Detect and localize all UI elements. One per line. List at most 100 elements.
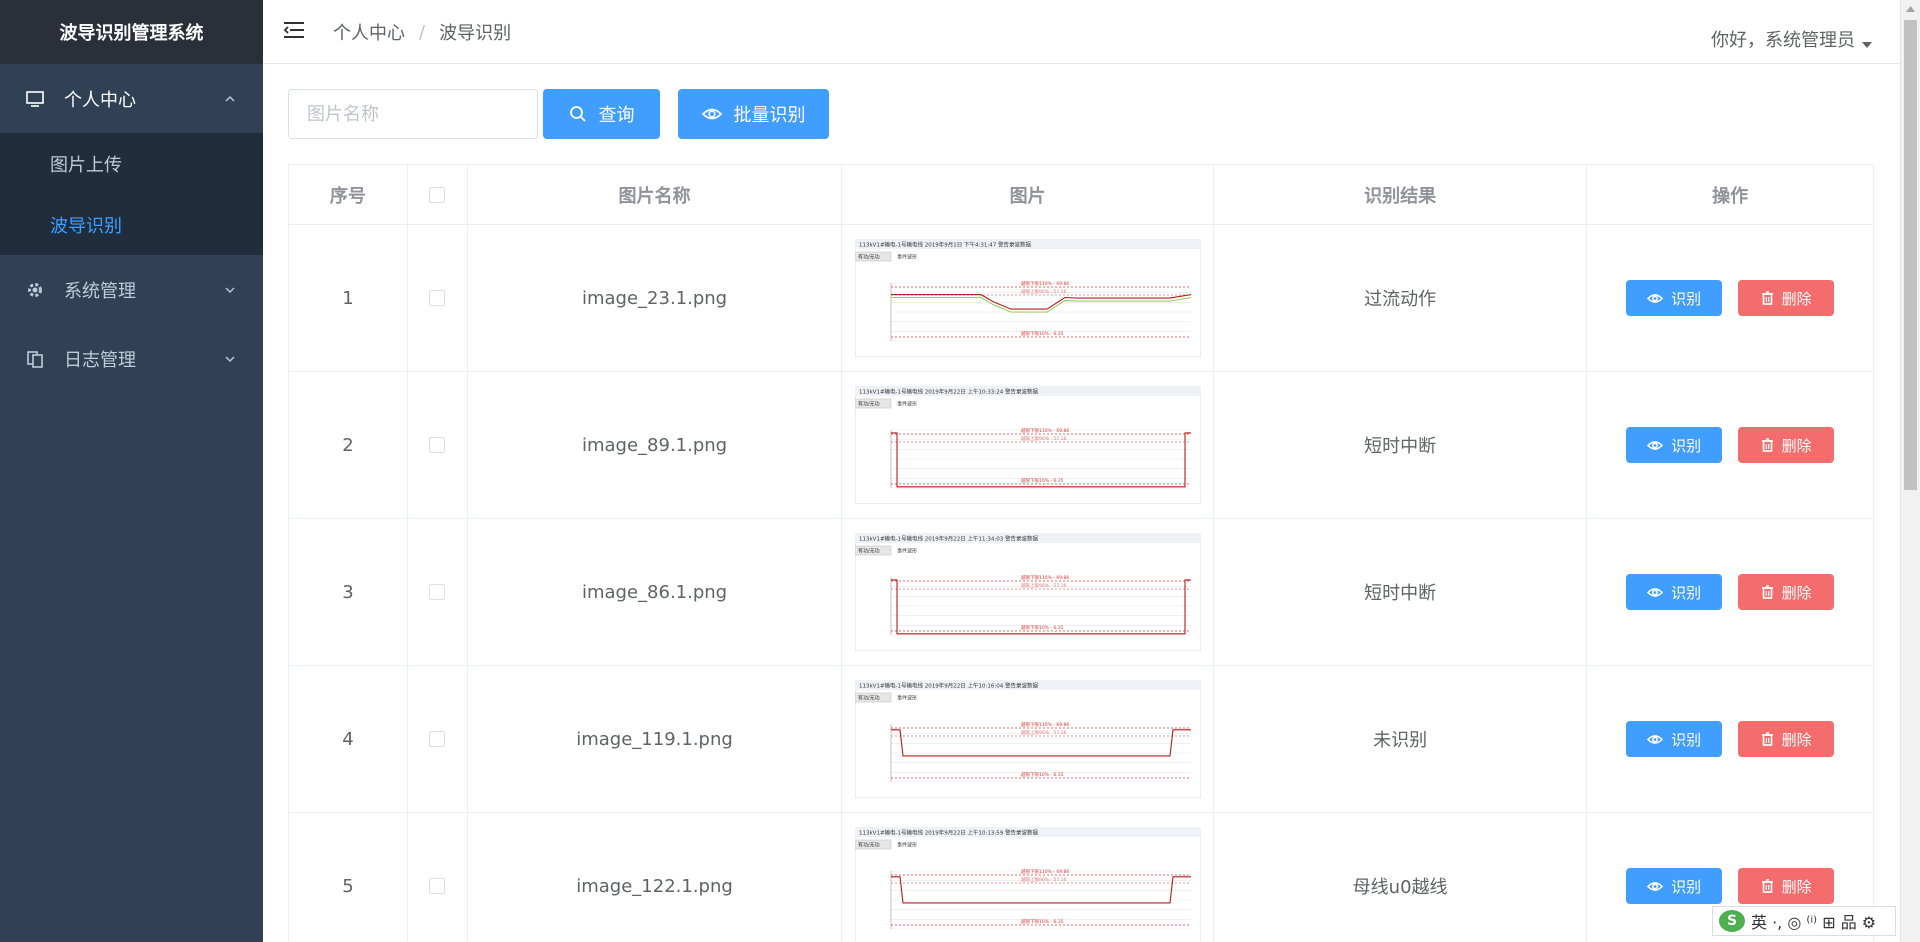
upper-limit-label: 越限下限110% - 69.86 [1021, 721, 1069, 728]
recognize-label: 识别 [1671, 436, 1702, 455]
actions-cell: 识别 删除 [1587, 372, 1873, 518]
sidebar-group-logs[interactable]: 日志管理 [0, 324, 263, 393]
sidebar-item-label: 图片上传 [50, 154, 122, 176]
delete-button[interactable]: 删除 [1738, 280, 1835, 316]
thumbnail-tab: 有功/无功 [858, 695, 880, 702]
recognize-button[interactable]: 识别 [1626, 868, 1723, 904]
thumbnail-title: 113kV1#输电-1号输电线 2019年9月22日 上午11:34:03 警告… [859, 535, 1038, 543]
lower-limit-label: 越限下限10% - 6.35 [1021, 918, 1064, 925]
thumbnail-title: 113kV1#输电-1号输电线 2019年9月22日 上午10:33:24 警告… [859, 388, 1038, 396]
delete-button[interactable]: 删除 [1738, 427, 1835, 463]
delete-label: 删除 [1781, 877, 1812, 896]
sidebar-group-personal[interactable]: 个人中心 [0, 64, 263, 133]
breadcrumb-item-current: 波导识别 [439, 23, 512, 44]
sidebar-group-system[interactable]: 系统管理 [0, 255, 263, 324]
delete-button[interactable]: 删除 [1738, 868, 1835, 904]
recognize-button[interactable]: 识别 [1626, 280, 1723, 316]
row-checkbox[interactable] [429, 584, 446, 600]
ime-toolbar[interactable]: S 英 ·, ◎ ⁽ⁱ⁾ ⊞ 品 ⚙ [1712, 906, 1896, 936]
thumbnail-tab: 事件波形 [897, 842, 917, 849]
trash-icon [1761, 585, 1773, 599]
recognition-result: 短时中断 [1214, 519, 1588, 665]
batch-recognize-button[interactable]: 批量识别 [678, 89, 829, 139]
limit-label: 越限上限90% - 57.16 [1021, 729, 1067, 736]
scroll-up-arrow-icon[interactable] [1901, 0, 1920, 17]
upper-limit-label: 越限下限110% - 69.86 [1021, 280, 1069, 287]
chevron-up-icon [225, 95, 235, 101]
recognition-table: 序号 图片名称 图片 识别结果 操作 1 image_23.1.png 113kV1… [288, 164, 1874, 942]
limit-label: 越限上限90% - 57.16 [1021, 582, 1067, 589]
sidebar-submenu: 图片上传 波导识别 [0, 133, 263, 255]
waveform-thumbnail[interactable]: 113kV1#输电-1号输电线 2019年9月1日 下午4:31:47 警告录波… [854, 239, 1201, 357]
actions-cell: 识别 删除 [1587, 225, 1873, 371]
recognition-result: 未识别 [1214, 666, 1588, 812]
thumbnail-title: 113kV1#输电-1号输电线 2019年9月22日 上午10:16:04 警告… [859, 682, 1038, 690]
ime-toolbar-text: 英 ·, ◎ ⁽ⁱ⁾ ⊞ 品 ⚙ [1751, 913, 1877, 932]
table-row: 4 image_119.1.png 113kV1#输电-1号输电线 2019年9月2… [289, 666, 1873, 813]
table-body: 1 image_23.1.png 113kV1#输电-1号输电线 2019年9月1日… [289, 225, 1873, 942]
column-header-image: 图片 [842, 165, 1214, 224]
delete-label: 删除 [1781, 436, 1812, 455]
column-header-index: 序号 [289, 165, 408, 224]
column-header-actions: 操作 [1712, 185, 1749, 207]
ime-logo: S [1719, 910, 1745, 932]
limit-label: 越限上限90% - 57.16 [1021, 288, 1067, 295]
documents-icon [24, 348, 46, 370]
lower-limit-label: 越限下限10% - 6.35 [1021, 624, 1064, 631]
query-button[interactable]: 查询 [543, 89, 660, 139]
breadcrumb-item-personal[interactable]: 个人中心 [333, 19, 405, 45]
thumbnail-tab: 事件波形 [897, 695, 917, 702]
waveform-thumbnail[interactable]: 113kV1#输电-1号输电线 2019年9月22日 上午10:33:24 警告… [854, 386, 1201, 504]
column-header-select [408, 165, 468, 224]
row-checkbox[interactable] [429, 878, 446, 894]
delete-button[interactable]: 删除 [1738, 721, 1835, 757]
image-name: image_122.1.png [468, 813, 843, 942]
chevron-down-icon [225, 287, 235, 293]
recognize-label: 识别 [1671, 583, 1702, 602]
hamburger-icon[interactable] [283, 20, 305, 40]
gear-icon [24, 279, 46, 301]
eye-icon [1647, 881, 1664, 891]
page-scrollbar[interactable] [1900, 0, 1920, 942]
row-checkbox[interactable] [429, 290, 446, 306]
lower-limit-label: 越限下限10% - 6.35 [1021, 330, 1064, 337]
eye-icon [1647, 293, 1664, 303]
recognize-button[interactable]: 识别 [1626, 574, 1723, 610]
eye-icon [1647, 734, 1664, 744]
waveform-thumbnail[interactable]: 113kV1#输电-1号输电线 2019年9月22日 上午10:13:59 警告… [854, 827, 1201, 942]
eye-icon [1647, 440, 1664, 450]
row-select-cell [408, 519, 468, 665]
trash-icon [1761, 438, 1773, 452]
trash-icon [1761, 291, 1773, 305]
caret-down-icon[interactable] [1862, 42, 1872, 48]
waveform-thumbnail[interactable]: 113kV1#输电-1号输电线 2019年9月22日 上午10:16:04 警告… [854, 680, 1201, 798]
sidebar-item-waveguide-recognition[interactable]: 波导识别 [0, 194, 263, 255]
column-header-result: 识别结果 [1214, 165, 1588, 224]
column-header-name: 图片名称 [468, 165, 843, 224]
chevron-down-icon [225, 356, 235, 362]
row-index: 3 [289, 519, 408, 665]
upper-limit-label: 越限下限110% - 69.86 [1021, 868, 1069, 875]
sidebar-item-label: 波导识别 [50, 215, 122, 237]
image-name-search-input[interactable] [288, 89, 538, 139]
row-index: 5 [289, 813, 408, 942]
monitor-icon [24, 88, 46, 110]
row-checkbox[interactable] [429, 731, 446, 747]
thumbnail-title: 113kV1#输电-1号输电线 2019年9月22日 上午10:13:59 警告… [859, 829, 1038, 837]
waveform-thumbnail[interactable]: 113kV1#输电-1号输电线 2019年9月22日 上午11:34:03 警告… [854, 533, 1201, 651]
recognize-button[interactable]: 识别 [1626, 721, 1723, 757]
upper-limit-label: 越限下限110% - 69.86 [1021, 574, 1069, 581]
row-select-cell [408, 813, 468, 942]
lower-limit-label: 越限下限10% - 6.35 [1021, 477, 1064, 484]
scrollbar-thumb[interactable] [1904, 20, 1917, 490]
sidebar-item-image-upload[interactable]: 图片上传 [0, 133, 263, 194]
row-checkbox[interactable] [429, 437, 446, 453]
image-name: image_86.1.png [468, 519, 843, 665]
delete-button[interactable]: 删除 [1738, 574, 1835, 610]
select-all-checkbox[interactable] [429, 186, 446, 203]
thumbnail-tab: 有功/无功 [858, 401, 880, 408]
batch-recognize-label: 批量识别 [733, 105, 806, 126]
user-greeting[interactable]: 你好，系统管理员 [1711, 26, 1855, 52]
recognize-button[interactable]: 识别 [1626, 427, 1723, 463]
sidebar: 波导识别管理系统 个人中心 图片上传 波导识别 系统管理 日志管理 [0, 0, 263, 942]
